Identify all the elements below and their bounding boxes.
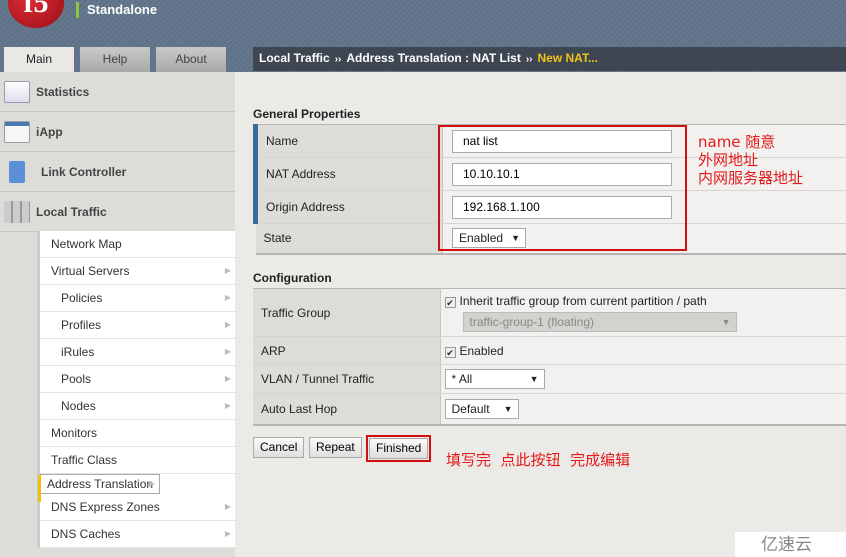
submenu-item[interactable]: Traffic Class [40,447,235,474]
submenu-item-label: DNS Express Zones [51,500,160,514]
sidebar-item-link-controller[interactable]: Link Controller [0,152,235,192]
submenu-item[interactable]: Network Map [40,231,235,258]
traffic-group-label: Traffic Group [253,288,441,337]
submenu-item[interactable]: Virtual Servers ▶ [40,258,235,285]
f5-logo: f5 [8,0,64,28]
submenu-item[interactable]: Monitors [40,420,235,447]
traffic-group-select: traffic-group-1 (floating) ▼ [462,311,737,332]
sidebar-item-iapp[interactable]: iApp [0,112,235,152]
submenu-item-label: Monitors [51,426,98,440]
submenu-item[interactable]: DNS Express Zones ▶ [40,494,235,521]
chevron-right-icon: ▶ [224,502,231,511]
configuration-title: Configuration [253,271,332,285]
chevron-right-icon: ▶ [224,347,231,356]
repeat-button[interactable]: Repeat [309,437,362,458]
submenu-item[interactable]: DNS Caches ▶ [40,521,235,548]
tab-about[interactable]: About [156,47,226,72]
status-text: Standalone [76,2,157,18]
app-gear-icon [4,120,30,143]
chevron-right-icon: ▶ [224,320,231,329]
arp-checkbox[interactable]: ✔ [444,346,456,358]
submenu-item[interactable]: Address Translation ▶ [37,474,161,502]
chevron-right-icon: ▶ [224,374,231,383]
dropdown-arrow-icon: ▼ [721,316,731,327]
chevron-right-icon: ▶ [224,293,231,302]
name-label: Name [253,124,443,158]
origin-address-label: Origin Address [253,190,443,224]
chevron-right-icon: ▶ [224,529,231,538]
annotation-origin: 内网服务器地址 [698,169,804,187]
annotation-box [438,125,687,251]
submenu-item-label: Pools [61,372,92,386]
submenu-item[interactable]: iRules ▶ [40,339,235,366]
inherit-traffic-group-checkbox[interactable]: ✔ [444,296,456,308]
auto-last-hop-select[interactable]: Default ▼ [444,398,519,419]
sidebar-item-local-traffic[interactable]: Local Traffic [0,192,235,232]
chart-icon [4,80,30,103]
breadcrumb-current: New NAT... [537,51,598,65]
breadcrumb: Local Traffic ›› Address Translation : NAT… [253,47,846,71]
submenu-item-label: DNS Caches [51,527,121,541]
tab-main[interactable]: Main [4,47,74,72]
submenu-item-label: Virtual Servers [51,264,130,278]
chevron-right-icon: ▶ [224,401,231,410]
configuration-table: Traffic Group ✔ Inherit traffic group fro… [253,288,846,426]
submenu-item-label: iRules [61,345,95,359]
dropdown-arrow-icon: ▼ [503,403,513,414]
cylinders-icon [4,200,30,223]
vlan-label: VLAN / Tunnel Traffic [253,364,441,394]
watermark: 亿速云 [735,532,846,557]
annotation-finish: 填写完 点此按钮 完成编辑 [446,451,631,469]
submenu-item[interactable]: Policies ▶ [40,285,235,312]
submenu-item-label: Nodes [61,399,96,413]
breadcrumb-item[interactable]: Address Translation : NAT List [346,51,520,65]
submenu-item-label: Network Map [51,237,122,251]
breadcrumb-item[interactable]: Local Traffic [259,51,330,65]
state-label: State [255,223,443,254]
tab-help[interactable]: Help [80,47,150,72]
server-icon [9,160,25,183]
submenu-item[interactable]: Nodes ▶ [40,393,235,420]
submenu-item-label: Profiles [61,318,102,332]
cancel-button[interactable]: Cancel [253,437,305,458]
chevron-right-icon: ▶ [148,479,156,488]
finished-button[interactable]: Finished [365,435,432,462]
chevron-right-icon: ▶ [224,266,231,275]
submenu-item[interactable]: Pools ▶ [40,366,235,393]
submenu-item-label: Traffic Class [51,453,118,467]
local-traffic-submenu: Network Map Virtual Servers ▶ Policies ▶ Prof… [37,231,235,548]
auto-last-hop-label: Auto Last Hop [253,393,441,425]
submenu-item[interactable]: Profiles ▶ [40,312,235,339]
submenu-item-label: Policies [61,291,103,305]
dropdown-arrow-icon: ▼ [529,374,539,384]
vlan-select[interactable]: * All ▼ [444,369,545,389]
arp-label: ARP [253,336,441,365]
general-properties-title: General Properties [253,107,361,121]
nat-address-label: NAT Address [253,157,443,191]
submenu-item-label: Address Translation [47,477,154,491]
sidebar-item-statistics[interactable]: Statistics [0,72,235,112]
